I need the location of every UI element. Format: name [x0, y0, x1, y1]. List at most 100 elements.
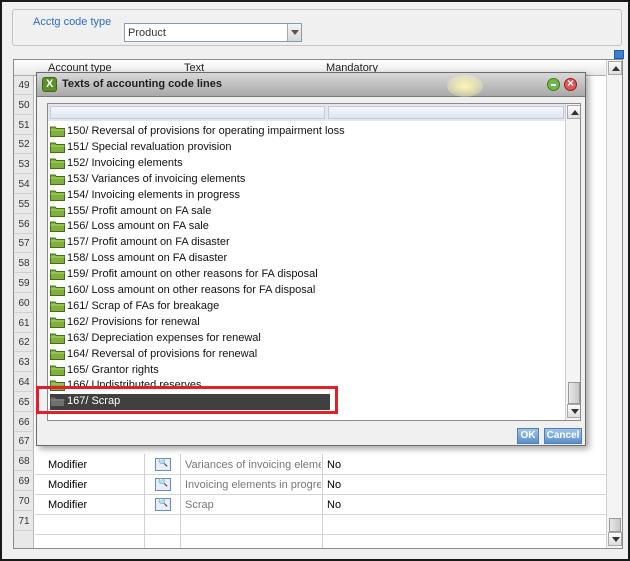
scroll-down-icon[interactable]: [567, 404, 580, 418]
list-item[interactable]: 161/ Scrap of FAs for breakage: [50, 299, 330, 315]
folder-icon: [50, 141, 65, 153]
list-item[interactable]: 151/ Special revaluation provision: [50, 140, 330, 156]
row-number-column: 49 50 51 52 53 54 55 56 57 58 59 60 61 62 63 64 65 66 67 68…: [14, 76, 34, 548]
folder-icon: [50, 268, 65, 281]
row-number: 71: [14, 512, 34, 531]
list-item[interactable]: 152/ Invoicing elements: [50, 156, 330, 172]
acctg-code-type-label: Acctg code type: [33, 16, 112, 28]
list-item[interactable]: 160/ Loss amount on other reasons for FA…: [50, 283, 330, 299]
folder-icon: [50, 300, 65, 312]
folder-icon: [50, 332, 65, 344]
folder-icon: [50, 157, 65, 169]
cell-account-type: Modifier: [48, 479, 88, 491]
cursor-highlight: [447, 75, 483, 97]
list-item[interactable]: 162/ Provisions for renewal: [50, 315, 330, 331]
list-item[interactable]: 155/ Profit amount on FA sale: [50, 204, 330, 220]
list-header-col-2[interactable]: [328, 106, 564, 119]
row-number: 52: [14, 135, 34, 155]
cell-mandatory: No: [327, 499, 342, 511]
ok-button[interactable]: OK: [517, 428, 539, 444]
folder-icon: [50, 173, 65, 185]
row-number: 68: [14, 452, 34, 472]
row-number: 49: [14, 76, 34, 95]
popup-title-bar[interactable]: Texts of accounting code lines: [37, 73, 585, 97]
scroll-thumb[interactable]: [568, 382, 580, 404]
folder-icon: [50, 220, 65, 233]
row-number: 62: [14, 333, 34, 353]
lookup-icon[interactable]: [155, 498, 171, 511]
lookup-icon[interactable]: [155, 478, 171, 491]
row-number: 53: [14, 155, 34, 175]
list-item[interactable]: 156/ Loss amount on FA sale: [50, 219, 330, 235]
row-number: 69: [14, 472, 34, 491]
selection-highlight-box: [36, 386, 338, 414]
scroll-down-icon[interactable]: [608, 532, 622, 546]
list-item-label: 150/ Reversal of provisions for operatin…: [67, 125, 345, 137]
table-row[interactable]: Modifier Scrap No: [35, 495, 606, 515]
list-item[interactable]: 150/ Reversal of provisions for operatin…: [50, 124, 345, 140]
list-item-label: 152/ Invoicing elements: [67, 156, 183, 169]
cell-text: Variances of invoicing elements: [185, 459, 321, 471]
list-item[interactable]: 158/ Loss amount on FA disaster: [50, 251, 330, 267]
cell-account-type: Modifier: [48, 459, 88, 471]
list-item[interactable]: 165/ Grantor rights: [50, 363, 330, 379]
list-item[interactable]: 163/ Depreciation expenses for renewal: [50, 331, 330, 347]
list-item[interactable]: 153/ Variances of invoicing elements: [50, 172, 330, 188]
popup-title: Texts of accounting code lines: [62, 78, 222, 90]
minimize-icon[interactable]: [547, 78, 560, 91]
scroll-up-icon[interactable]: [608, 61, 622, 75]
list-item-label: 163/ Depreciation expenses for renewal: [67, 331, 261, 344]
folder-icon: [50, 364, 65, 376]
row-number: 67: [14, 432, 34, 452]
folder-icon: [50, 348, 65, 360]
list-header-col-1[interactable]: [50, 106, 325, 119]
list-item-label: 158/ Loss amount on FA disaster: [67, 252, 228, 265]
row-number: 50: [14, 96, 34, 115]
scroll-up-icon[interactable]: [567, 105, 580, 119]
list-item-label: 162/ Provisions for renewal: [67, 315, 200, 328]
acctg-code-type-select[interactable]: Product: [124, 23, 302, 42]
folder-icon: [50, 236, 65, 249]
folder-icon: [50, 316, 65, 328]
table-row[interactable]: [35, 515, 606, 535]
row-number: 70: [14, 492, 34, 511]
cell-text: Scrap: [185, 499, 214, 511]
list-item[interactable]: 157/ Profit amount on FA disaster: [50, 235, 330, 251]
list-vertical-scrollbar[interactable]: [565, 104, 580, 420]
close-icon[interactable]: [564, 76, 577, 91]
folder-icon: [50, 189, 65, 201]
dropdown-arrow-icon[interactable]: [287, 24, 301, 41]
expand-icon[interactable]: [614, 50, 624, 59]
row-number: 56: [14, 215, 34, 234]
list-header: [48, 104, 566, 121]
folder-icon: [50, 205, 65, 217]
list-item-label: 161/ Scrap of FAs for breakage: [67, 299, 220, 312]
list-item-label: 153/ Variances of invoicing elements: [67, 172, 246, 185]
lookup-icon[interactable]: [155, 458, 171, 471]
row-number: 59: [14, 274, 34, 293]
folder-icon: [50, 252, 65, 265]
cell-mandatory: No: [327, 479, 342, 491]
list-item-label: 156/ Loss amount on FA sale: [67, 220, 209, 233]
cell-mandatory: No: [327, 459, 342, 471]
row-number: 58: [14, 254, 34, 274]
list-item-label: 155/ Profit amount on FA sale: [67, 204, 212, 217]
list-item-label: 164/ Reversal of provisions for renewal: [67, 347, 258, 360]
row-number: 66: [14, 413, 34, 432]
row-number: 63: [14, 353, 34, 373]
table-row[interactable]: Modifier Variances of invoicing elements…: [35, 455, 606, 475]
row-number: 61: [14, 314, 34, 333]
list-item-label: 151/ Special revaluation provision: [67, 140, 232, 153]
scroll-thumb[interactable]: [609, 518, 621, 532]
folder-icon: [50, 125, 65, 137]
list-item[interactable]: 164/ Reversal of provisions for renewal: [50, 347, 330, 363]
cancel-button[interactable]: Cancel: [544, 428, 582, 444]
list-item-label: 157/ Profit amount on FA disaster: [67, 236, 230, 249]
row-number: 60: [14, 294, 34, 313]
table-row[interactable]: Modifier Invoicing elements in progress …: [35, 475, 606, 495]
row-number: 65: [14, 393, 34, 412]
list-item[interactable]: 154/ Invoicing elements in progress: [50, 188, 330, 204]
app-logo-icon: [42, 77, 57, 92]
list-item[interactable]: 159/ Profit amount on other reasons for …: [50, 267, 330, 283]
grid-vertical-scrollbar[interactable]: [606, 60, 622, 548]
